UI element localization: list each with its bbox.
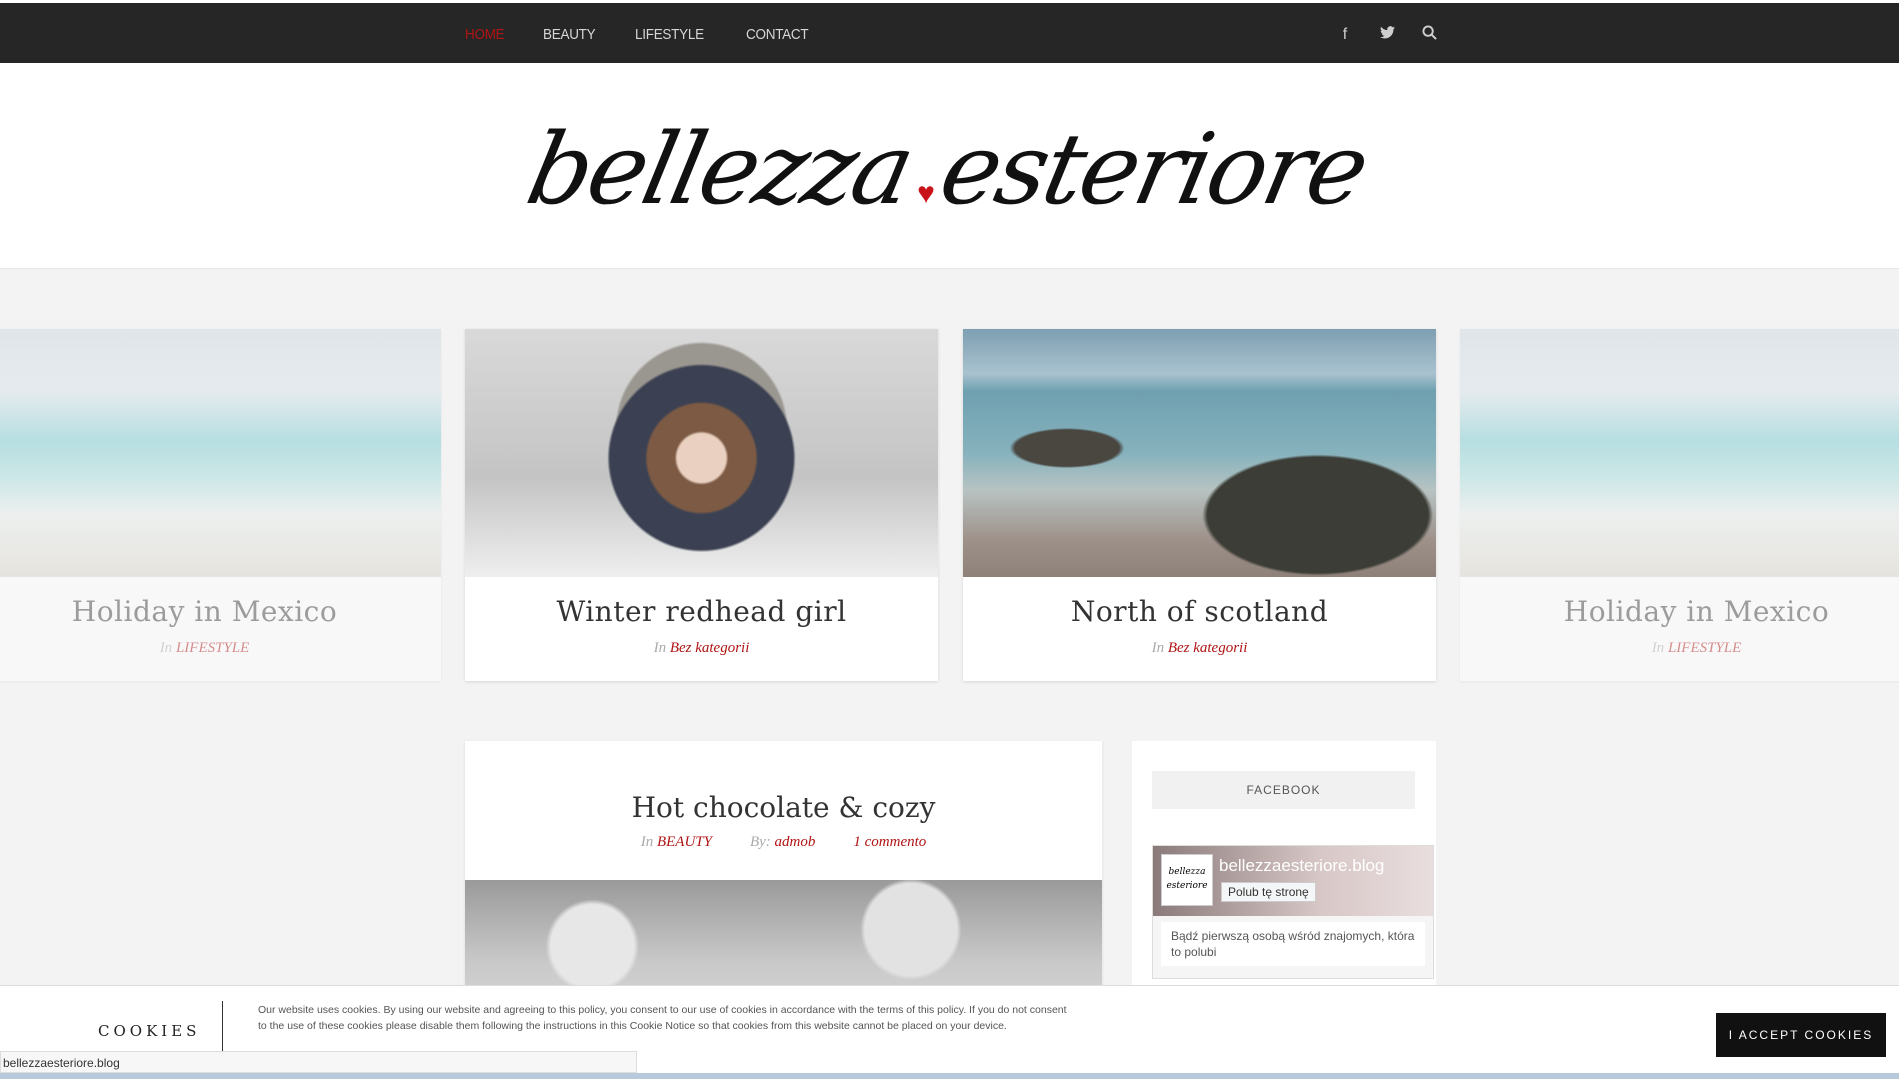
slide-title[interactable]: Holiday in Mexico bbox=[0, 595, 441, 628]
slide-image-beach[interactable] bbox=[0, 329, 441, 577]
slide-title[interactable]: Holiday in Mexico bbox=[1460, 595, 1899, 628]
menu-item-contact[interactable]: CONTACT bbox=[746, 26, 809, 43]
post-author-link[interactable]: admob bbox=[775, 834, 816, 850]
slide-image-scotland-rocks[interactable] bbox=[963, 329, 1436, 577]
facebook-friends-text: Bądź pierwszą osobą wśród znajomych, któ… bbox=[1161, 922, 1425, 966]
category-link[interactable]: LIFESTYLE bbox=[176, 640, 249, 656]
post-comments-link[interactable]: 1 commento bbox=[853, 834, 926, 850]
heart-icon: ♥ bbox=[917, 177, 935, 210]
slide-title[interactable]: Winter redhead girl bbox=[465, 595, 938, 628]
social-icons: f bbox=[1336, 3, 1438, 66]
slide-card[interactable]: Holiday in Mexico In LIFESTYLE bbox=[1460, 329, 1899, 681]
slide-card[interactable]: North of scotland In Bez kategorii bbox=[963, 329, 1436, 681]
facebook-like-label: Polub tę stronę bbox=[1228, 885, 1309, 899]
os-taskbar bbox=[0, 1073, 1899, 1079]
post-meta: In BEAUTY By: admob 1 commento bbox=[640, 834, 927, 850]
facebook-like-button[interactable]: Polub tę stronę bbox=[1221, 882, 1316, 902]
facebook-cover: bellezza esteriore bellezzaesteriore.blo… bbox=[1153, 846, 1433, 916]
accept-cookies-button[interactable]: I ACCEPT COOKIES bbox=[1716, 1013, 1886, 1057]
search-icon[interactable] bbox=[1420, 24, 1438, 45]
facebook-icon[interactable]: f bbox=[1336, 26, 1354, 44]
slide-image-beach[interactable] bbox=[1460, 329, 1899, 577]
site-logo[interactable]: bellezza♥esteriore bbox=[518, 113, 1380, 253]
facebook-page-name[interactable]: bellezzaesteriore.blog bbox=[1219, 856, 1384, 876]
twitter-icon[interactable] bbox=[1378, 25, 1396, 44]
logo-text-bellezza: bellezza bbox=[517, 113, 922, 227]
category-link[interactable]: Bez kategorii bbox=[1168, 640, 1248, 656]
post-title[interactable]: Hot chocolate & cozy bbox=[465, 791, 1102, 824]
menu-item-beauty[interactable]: BEAUTY bbox=[543, 26, 596, 43]
top-navigation-bar: HOME BEAUTY LIFESTYLE CONTACT f bbox=[0, 0, 1899, 63]
slide-category: In LIFESTYLE bbox=[1651, 640, 1742, 656]
main-menu: HOME BEAUTY LIFESTYLE CONTACT bbox=[465, 3, 815, 66]
slide-category: In LIFESTYLE bbox=[159, 640, 250, 656]
post-category-link[interactable]: BEAUTY bbox=[657, 834, 712, 850]
slide-title[interactable]: North of scotland bbox=[963, 595, 1436, 628]
facebook-page-avatar[interactable]: bellezza esteriore bbox=[1161, 854, 1213, 906]
slide-category: In Bez kategorii bbox=[653, 640, 750, 656]
slide-card[interactable]: Holiday in Mexico In LIFESTYLE bbox=[0, 329, 441, 681]
cookie-text: Our website uses cookies. By using our w… bbox=[258, 1004, 1067, 1032]
slide-category: In Bez kategorii bbox=[1151, 640, 1248, 656]
menu-item-lifestyle[interactable]: LIFESTYLE bbox=[635, 26, 704, 43]
slide-card[interactable]: Winter redhead girl In Bez kategorii bbox=[465, 329, 938, 681]
facebook-page-plugin[interactable]: bellezza esteriore bellezzaesteriore.blo… bbox=[1152, 845, 1434, 979]
slide-image-winter-girl[interactable] bbox=[465, 329, 938, 577]
category-link[interactable]: LIFESTYLE bbox=[1668, 640, 1741, 656]
logo-text-esteriore: esteriore bbox=[930, 113, 1376, 227]
cookie-label: COOKIES bbox=[98, 1022, 201, 1040]
category-link[interactable]: Bez kategorii bbox=[670, 640, 750, 656]
featured-slider: Holiday in Mexico In LIFESTYLE Winter re… bbox=[0, 329, 1899, 681]
widget-heading: FACEBOOK bbox=[1152, 771, 1415, 809]
browser-status-bar: bellezzaesteriore.blog bbox=[0, 1051, 637, 1073]
site-header: bellezza♥esteriore bbox=[0, 63, 1899, 269]
menu-item-home[interactable]: HOME bbox=[465, 26, 505, 43]
